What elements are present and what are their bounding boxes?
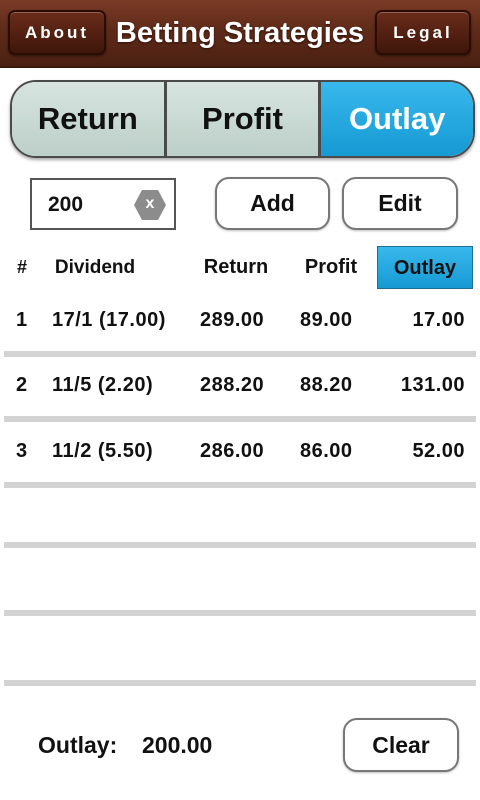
row-divider — [4, 542, 476, 548]
row-return: 289.00 — [200, 309, 265, 331]
row-profit — [300, 550, 370, 608]
add-button[interactable]: Add — [215, 177, 330, 230]
stake-input-value: 200 — [48, 193, 84, 216]
row-return — [200, 620, 280, 678]
row-outlay — [380, 620, 465, 678]
row-outlay — [380, 550, 465, 608]
stake-input[interactable]: 200 x — [30, 178, 176, 230]
row-profit: 86.00 — [300, 440, 353, 462]
table-header: # Dividend Return Profit Outlay — [0, 246, 480, 289]
row-number: 1 — [16, 309, 28, 331]
clear-input-icon[interactable]: x — [134, 190, 166, 220]
column-header-return[interactable]: Return — [196, 246, 276, 289]
row-outlay: 131.00 — [400, 374, 465, 396]
row-number: 3 — [16, 440, 28, 462]
row-number: 2 — [16, 374, 28, 396]
row-return — [200, 550, 280, 608]
row-outlay: 52.00 — [412, 440, 465, 462]
app-title: Betting Strategies — [115, 17, 365, 49]
row-dividend: 11/2 (5.50) — [52, 440, 154, 462]
mode-profit-tab[interactable]: Profit — [166, 82, 322, 156]
column-header-outlay[interactable]: Outlay — [377, 246, 473, 289]
row-dividend — [52, 620, 192, 678]
table-row[interactable]: 2 11/5 (2.20) 288.20 88.20 131.00 — [0, 356, 480, 422]
row-profit — [300, 482, 370, 540]
row-outlay — [380, 482, 465, 540]
table-row[interactable] — [0, 482, 480, 548]
mode-return-tab[interactable]: Return — [12, 82, 167, 156]
row-divider — [4, 610, 476, 616]
row-profit: 88.20 — [300, 374, 353, 396]
row-number — [16, 620, 36, 678]
row-dividend — [52, 482, 192, 540]
column-header-profit[interactable]: Profit — [298, 246, 364, 289]
table-row[interactable]: 3 11/2 (5.50) 286.00 86.00 52.00 — [0, 422, 480, 488]
row-outlay: 17.00 — [412, 309, 465, 331]
row-number — [16, 482, 36, 540]
row-profit: 89.00 — [300, 309, 353, 331]
table-row[interactable]: 1 17/1 (17.00) 289.00 89.00 17.00 — [0, 291, 480, 357]
table-row[interactable] — [0, 620, 480, 686]
mode-segmented-control: Return Profit Outlay — [10, 80, 475, 158]
row-dividend — [52, 550, 192, 608]
row-number — [16, 550, 36, 608]
row-return: 286.00 — [200, 440, 265, 462]
row-dividend: 11/5 (2.20) — [52, 374, 154, 396]
clear-button[interactable]: Clear — [343, 718, 459, 772]
about-button[interactable]: About — [8, 10, 106, 55]
legal-button[interactable]: Legal — [375, 10, 471, 55]
row-profit — [300, 620, 370, 678]
column-header-dividend[interactable]: Dividend — [52, 246, 138, 289]
column-header-number: # — [16, 257, 27, 277]
app-header: About Betting Strategies Legal — [0, 0, 480, 68]
table-row[interactable] — [0, 550, 480, 616]
row-divider — [4, 680, 476, 686]
total-outlay-label: Outlay: — [38, 732, 118, 758]
row-dividend: 17/1 (17.00) — [52, 309, 166, 331]
row-return — [200, 482, 280, 540]
row-return: 288.20 — [200, 374, 265, 396]
edit-button[interactable]: Edit — [342, 177, 458, 230]
mode-outlay-tab[interactable]: Outlay — [321, 82, 473, 156]
total-outlay-value: 200.00 — [142, 732, 213, 758]
